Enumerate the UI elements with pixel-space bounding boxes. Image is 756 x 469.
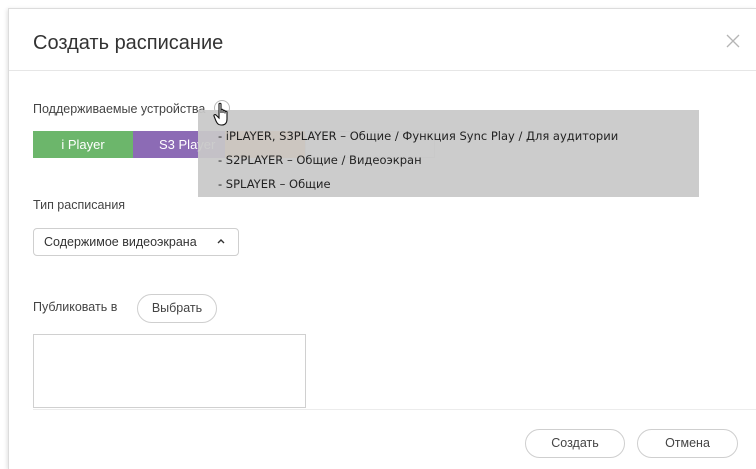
publish-targets-box[interactable] (33, 334, 306, 408)
tooltip-line: - SPLAYER – Общие (218, 177, 331, 191)
tooltip-line: - iPLAYER, S3PLAYER – Общие / Функция Sy… (218, 129, 619, 143)
supported-devices-label: Поддерживаемые устройства (33, 102, 206, 116)
footer-divider (33, 409, 756, 410)
cancel-button[interactable]: Отмена (637, 429, 738, 458)
dialog-header: Создать расписание (9, 9, 756, 71)
hand-pointer-icon (213, 102, 228, 126)
create-schedule-dialog: Создать расписание Поддерживаемые устрой… (8, 8, 756, 469)
schedule-type-select[interactable]: Содержимое видеоэкрана (33, 228, 239, 256)
select-button[interactable]: Выбрать (137, 294, 217, 323)
create-button[interactable]: Создать (525, 429, 625, 458)
publish-to-label: Публиковать в (33, 300, 118, 314)
devices-tooltip: - iPLAYER, S3PLAYER – Общие / Функция Sy… (198, 110, 699, 197)
close-icon[interactable] (724, 32, 742, 50)
schedule-type-value: Содержимое видеоэкрана (44, 235, 197, 249)
schedule-type-label: Тип расписания (33, 198, 126, 212)
device-chip-iplayer: i Player (33, 131, 133, 158)
dialog-title: Создать расписание (33, 32, 224, 54)
chevron-up-icon (217, 239, 225, 244)
tooltip-line: - S2PLAYER – Общие / Видеоэкран (218, 153, 422, 167)
